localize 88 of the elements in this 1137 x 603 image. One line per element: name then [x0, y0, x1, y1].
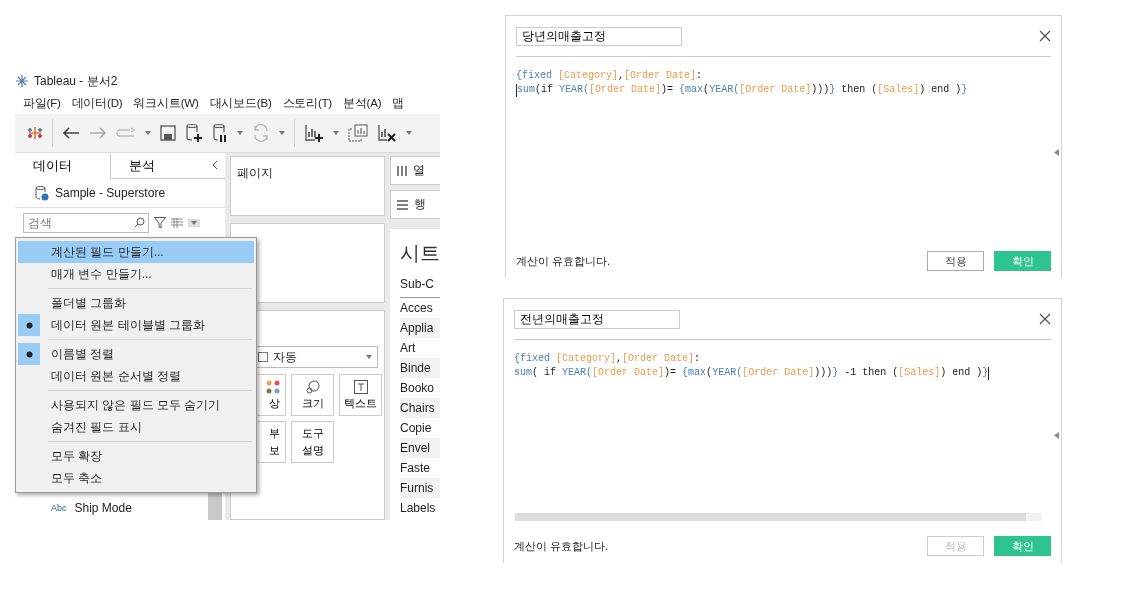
search-field[interactable]: 검색 [23, 213, 149, 233]
card-title: 페이지 [237, 166, 273, 180]
menu-item[interactable]: 대시보드(B) [209, 95, 272, 111]
status-text: 계산이 유효합니다. [514, 538, 610, 554]
table-cell: Binde [400, 358, 440, 378]
formula-token: ( [706, 366, 713, 380]
formula-token: {fixed [516, 69, 553, 83]
table-cell-text: Acces [400, 300, 434, 317]
formula-token: YEAR [712, 366, 737, 380]
menu-item[interactable]: 스토리(T) [282, 95, 332, 111]
menu-item[interactable]: 맵 [392, 95, 405, 111]
formula-token: [Category] [558, 69, 619, 83]
formula-editor[interactable]: {fixed [Category],[Order Date]: sum(if YEAR([Order Date])= {max(YEAR([Order Date])))} then ([Sales]) end )} [516, 57, 1051, 244]
formula-token: [Order Date] [624, 69, 697, 83]
formula-token: ( if [532, 366, 558, 380]
table-cell-text: Booko [400, 380, 436, 397]
menu-item[interactable]: 분석(A) [343, 95, 382, 111]
menu-item[interactable]: 매개 변수 만들기... [18, 263, 254, 285]
table-cell: Envel [400, 438, 440, 458]
formula-token: YEAR [562, 366, 587, 380]
shelf[interactable]: 행 [390, 190, 440, 219]
menu-item[interactable]: 파일(F) [23, 95, 61, 111]
data-source-name[interactable]: Sample - Superstore [55, 186, 166, 200]
pane-tab[interactable]: 분석 [109, 153, 205, 179]
formula-token: [Category] [556, 352, 617, 366]
column-header: Sub-C [400, 277, 440, 298]
formula-token: {fixed [514, 352, 551, 366]
formula-token: ( [733, 83, 740, 97]
mark-property-button[interactable]: 도구 설명 [291, 421, 334, 463]
formula-token: sum [514, 366, 532, 380]
formula-token: [Order Date] [622, 352, 695, 366]
table-cell-text: Copie [400, 420, 433, 437]
calculation-name-field[interactable]: 전년의매출고정 [514, 309, 680, 329]
apply-button[interactable]: 적용 [927, 251, 984, 271]
formula-token: [Order Date] [592, 366, 665, 380]
formula-token: -1 then ( [843, 366, 899, 380]
formula-token: then ( [840, 83, 878, 97]
formula-token: ( [586, 366, 593, 380]
status-text: 계산이 유효합니다. [516, 253, 612, 269]
menu-item[interactable]: 데이터 원본 테이블별 그룹화 [18, 314, 254, 336]
formula-token: )= [664, 366, 678, 380]
formula-token: [Order Date] [589, 83, 662, 97]
formula-editor[interactable]: {fixed [Category],[Order Date]: sum( if YEAR([Order Date])= {max(YEAR([Order Date])))} -1 then ([Sales]) end )} [514, 340, 1051, 513]
window-title: Tableau - 분서2 [34, 72, 118, 90]
formula-token: YEAR [559, 83, 584, 97]
formula-token: ) end ) [940, 366, 983, 380]
calculation-name-field[interactable]: 당년의매출고정 [516, 26, 682, 46]
formula-token: {max [679, 83, 704, 97]
table-cell: Applia [400, 318, 440, 338]
field-type-label: Abc [51, 503, 67, 513]
mark-property-button[interactable]: 크기 [291, 374, 334, 416]
table-cell-text: Art [400, 340, 417, 357]
formula-token: {max [682, 366, 707, 380]
formula-token: : [694, 352, 701, 366]
formula-token: [Order Date] [742, 366, 815, 380]
formula-token: [Sales] [898, 366, 941, 380]
formula-token: ( [736, 366, 743, 380]
mark-property-button[interactable]: 텍스트 [339, 374, 382, 416]
formula-token: , [618, 69, 625, 83]
menu-item[interactable]: 데이터(D) [71, 95, 123, 111]
formula-token: )= [661, 83, 675, 97]
table-cell: Chairs [400, 398, 440, 418]
table-cell-text: Labels [400, 500, 437, 517]
formula-token: (if [535, 83, 555, 97]
formula-token: } [829, 83, 836, 97]
sheet-title: 시트 [400, 241, 440, 266]
formula-token: [Order Date] [739, 83, 812, 97]
field-name[interactable]: Ship Mode [74, 501, 132, 515]
table-cell-text: Faste [400, 460, 431, 477]
formula-token: ( [703, 83, 710, 97]
formula-token: [Sales] [877, 83, 920, 97]
formula-token: ))) [814, 366, 833, 380]
formula-token: } [832, 366, 839, 380]
menu-item[interactable]: 모두 축소 [18, 467, 254, 489]
formula-token: } [961, 83, 968, 97]
formula-token: } [982, 366, 989, 380]
formula-token: ) end ) [919, 83, 962, 97]
shelf[interactable]: 열 [390, 156, 440, 185]
formula-token: ( [583, 83, 590, 97]
formula-token: , [616, 352, 623, 366]
formula-token: YEAR [709, 83, 734, 97]
formula-token: sum [517, 83, 535, 97]
formula-token: : [696, 69, 703, 83]
formula-token: ))) [811, 83, 830, 97]
table-cell: Furnis [400, 478, 440, 498]
menu-item[interactable]: 워크시트(W) [133, 95, 199, 111]
menu-item[interactable]: 폴더별 그룹화 [18, 292, 254, 314]
menu-item[interactable]: 계산된 필드 만들기... [18, 241, 254, 263]
